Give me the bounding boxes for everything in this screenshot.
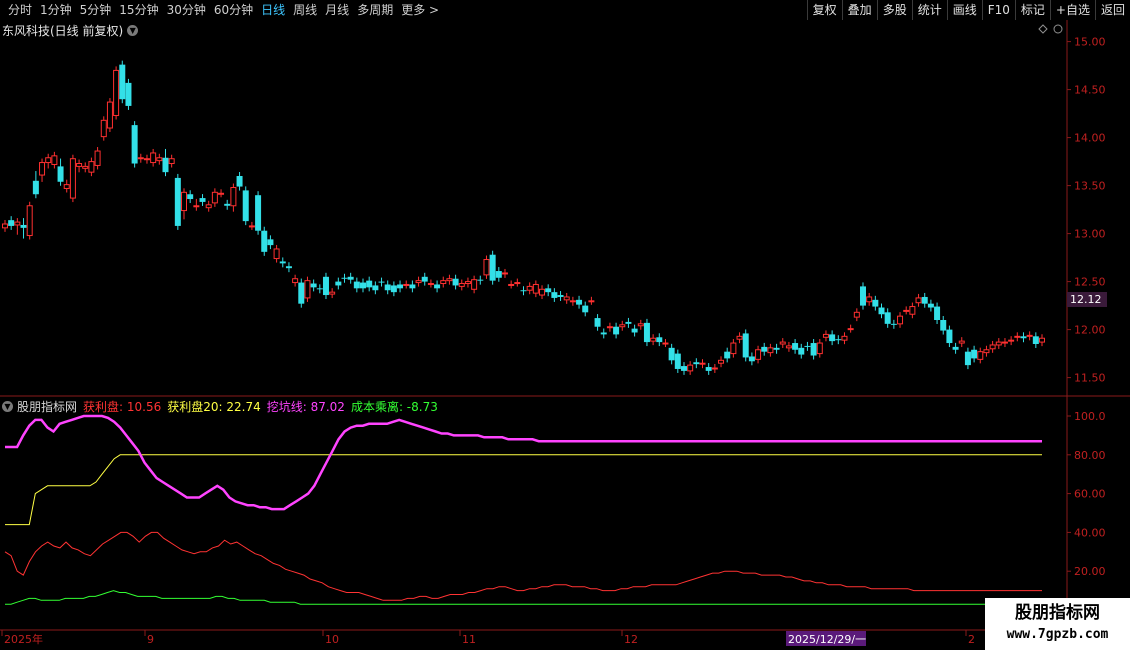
x-axis-label: 9	[147, 633, 154, 646]
price-tick-label: 11.50	[1074, 372, 1106, 385]
watermark: 股朋指标网 www.7gpzb.com	[985, 598, 1130, 650]
indicator-tick-label: 80.00	[1074, 449, 1106, 462]
candle	[255, 191, 262, 235]
candle	[119, 60, 126, 104]
candle	[125, 78, 132, 110]
x-axis-label: 11	[462, 633, 476, 646]
candle	[261, 226, 268, 256]
indicator-value-3: 成本乘离: -8.73	[350, 400, 438, 414]
candle	[742, 329, 749, 362]
indicator-tick-label: 40.00	[1074, 526, 1106, 539]
x-axis-label: 2	[968, 633, 975, 646]
main-chart-title: 东风科技(日线 前复权) ▼	[2, 22, 139, 39]
candle	[113, 66, 120, 120]
indicator-value-0: 获利盘: 10.56	[83, 400, 162, 414]
watermark-url: www.7gpzb.com	[1006, 627, 1109, 642]
candle	[643, 318, 650, 347]
candle	[106, 98, 113, 132]
x-axis-label: 10	[325, 633, 339, 646]
price-tick-label: 13.50	[1074, 180, 1106, 193]
current-price-tag: 12.12	[1067, 292, 1107, 307]
x-axis-label: 2025年	[4, 632, 43, 646]
stock-chart[interactable]: 15.00 14.50 14.00 13.50 13.00 12.50 12.00 11.50…	[0, 0, 1130, 650]
candle	[26, 201, 33, 240]
stock-title: 东风科技(日线 前复权)	[2, 24, 124, 38]
indicator-title-bar: ▼ 股朋指标网 获利盘: 10.56 获利盘20: 22.74 挖坑线: 87.…	[2, 398, 438, 415]
candle	[174, 173, 181, 230]
indicator-value-1: 获利盘20: 22.74	[167, 400, 261, 414]
indicator-value-2: 挖坑线: 87.02	[266, 400, 345, 414]
indicator-tick-label: 100.0	[1074, 410, 1106, 423]
price-tick-label: 12.00	[1074, 324, 1106, 337]
indicator-tick-label: 20.00	[1074, 565, 1106, 578]
candle	[489, 250, 496, 285]
candle	[304, 276, 311, 302]
candle	[483, 255, 490, 279]
candle	[69, 154, 76, 203]
watermark-title: 股朋指标网	[1015, 603, 1100, 623]
candle	[859, 282, 866, 310]
price-tick-label: 14.50	[1074, 84, 1106, 97]
indicator-tick-label: 60.00	[1074, 488, 1106, 501]
candle	[100, 116, 107, 141]
x-axis-cursor-label: 2025/12/29/一	[788, 633, 866, 646]
x-axis-label: 12	[624, 633, 638, 646]
indicator-name: 股朋指标网	[17, 400, 78, 414]
chevron-down-icon[interactable]: ▼	[127, 25, 139, 36]
price-tick-label: 15.00	[1074, 36, 1106, 49]
chevron-down-icon[interactable]: ▼	[2, 401, 13, 412]
candle	[131, 121, 138, 168]
candle	[298, 278, 305, 308]
price-tick-label: 14.00	[1074, 132, 1106, 145]
current-price-label: 12.12	[1070, 293, 1102, 306]
price-tick-label: 13.00	[1074, 228, 1106, 241]
candle	[242, 186, 249, 226]
price-tick-label: 12.50	[1074, 276, 1106, 289]
